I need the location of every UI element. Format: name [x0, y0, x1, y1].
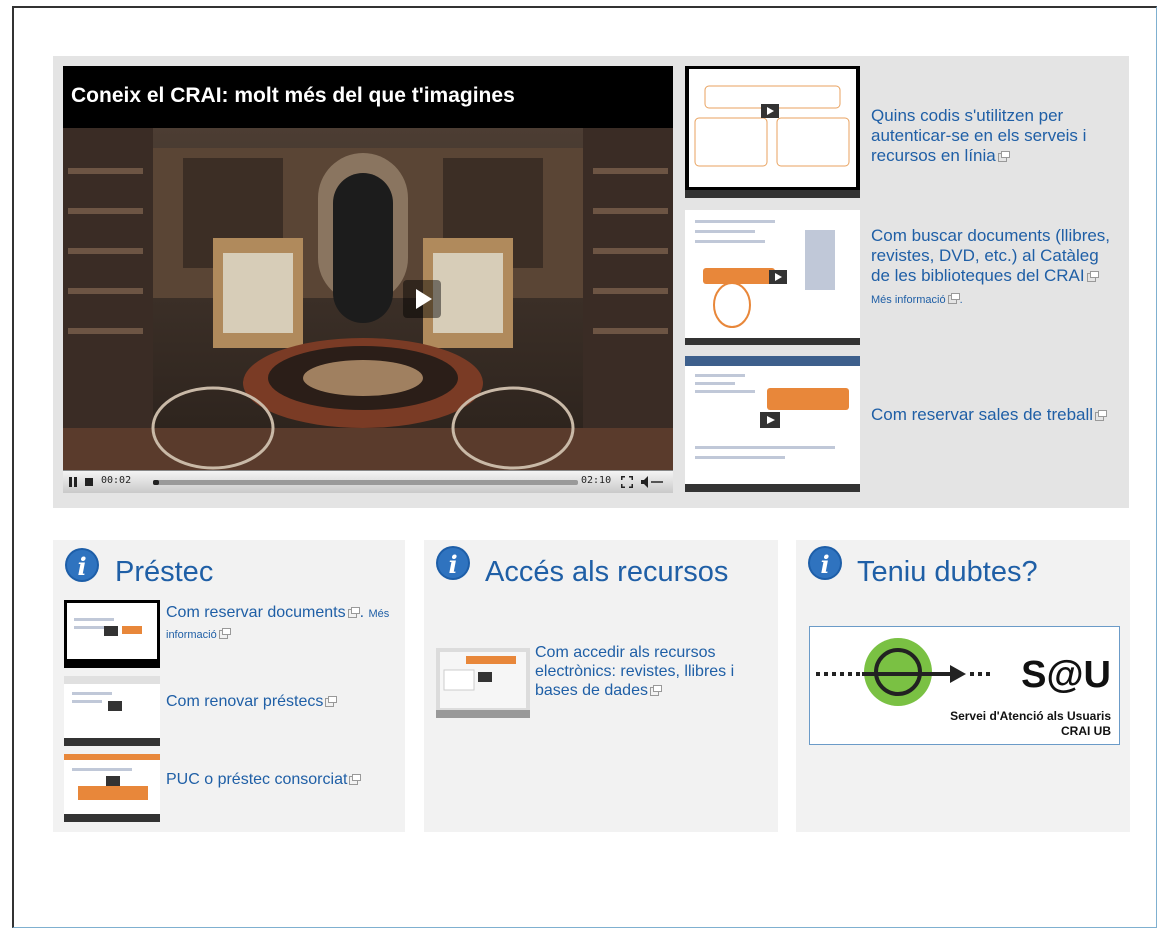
external-link-icon [997, 151, 1010, 162]
pause-icon[interactable] [68, 477, 78, 487]
info-icon: i [808, 546, 842, 580]
external-link-icon [325, 696, 338, 707]
external-link-icon [347, 607, 360, 618]
thumbnail-catalog-image [685, 210, 860, 345]
external-link-icon [218, 628, 231, 639]
video-thumbnail-rooms[interactable] [685, 356, 860, 492]
link-catalog-label: Com buscar documents (llibres, revistes,… [871, 226, 1111, 285]
sau-logo-subtitle: Servei d'Atenció als Usuaris [950, 709, 1111, 723]
panel-title-dubtes: Teniu dubtes? [857, 556, 1038, 588]
panel-title-acces: Accés als recursos [485, 556, 729, 588]
svg-text:i: i [77, 552, 86, 581]
link-room-reservation[interactable]: Com reservar sales de treball [871, 405, 1121, 425]
external-link-icon [1095, 410, 1108, 421]
svg-text:i: i [448, 550, 457, 579]
play-icon[interactable] [403, 280, 441, 318]
external-link-icon [1086, 271, 1099, 282]
link-authentication-codes[interactable]: Quins codis s'utilitzen per autenticar-s… [871, 106, 1121, 166]
volume-icon[interactable] [641, 476, 665, 488]
thumbnail-reserve-documents[interactable] [64, 600, 160, 668]
link-electronic-resources[interactable]: Com accedir als recursos electrònics: re… [535, 643, 765, 700]
sau-logo: S@U Servei d'Atenció als Usuaris CRAI UB [816, 638, 1111, 738]
link-renew-loans[interactable]: Com renovar préstecs [166, 692, 396, 711]
sau-logo-org: CRAI UB [1061, 724, 1111, 738]
info-icon: i [65, 548, 99, 582]
total-time: 02:10 [581, 475, 612, 486]
thumbnail-renew-loans[interactable] [64, 676, 160, 746]
current-time: 00:02 [101, 475, 132, 486]
seek-bar-fill [153, 480, 160, 485]
video-controls: 00:02 02:10 [63, 470, 673, 493]
link-authentication-label: Quins codis s'utilitzen per autenticar-s… [871, 106, 1087, 165]
seek-bar[interactable] [153, 480, 578, 485]
sau-logo-text: S@U [1021, 654, 1111, 696]
stop-icon[interactable] [84, 477, 94, 487]
thumbnail-puc[interactable] [64, 754, 160, 822]
svg-text:i: i [820, 550, 829, 579]
main-video-player[interactable]: Coneix el CRAI: molt més del que t'imagi… [63, 66, 673, 493]
library-hall-image [63, 128, 673, 470]
fullscreen-icon[interactable] [621, 476, 633, 488]
link-eresources-label: Com accedir als recursos electrònics: re… [535, 644, 735, 699]
video-title: Coneix el CRAI: molt més del que t'imagi… [71, 84, 515, 107]
thumbnail-reserve-image [64, 600, 160, 668]
link-catalog-more-info[interactable]: Més informació [871, 294, 946, 306]
link-reserve-label: Com reservar documents [166, 604, 346, 621]
external-link-icon [349, 774, 362, 785]
thumbnail-electronic-resources[interactable] [436, 648, 530, 718]
link-puc[interactable]: PUC o préstec consorciat [166, 770, 396, 789]
thumbnail-slide-image [685, 66, 860, 198]
thumbnail-renew-image [64, 676, 160, 746]
thumbnail-eresources-image [436, 648, 530, 718]
info-icon: i [436, 546, 470, 580]
link-puc-label: PUC o préstec consorciat [166, 771, 348, 788]
link-rooms-label: Com reservar sales de treball [871, 405, 1094, 424]
link-catalog-search[interactable]: Com buscar documents (llibres, revistes,… [871, 226, 1121, 310]
thumbnail-rooms-image [685, 356, 860, 492]
external-link-icon [649, 685, 662, 696]
video-thumbnail-authentication[interactable] [685, 66, 860, 198]
external-link-icon [947, 293, 960, 304]
link-reserve-documents[interactable]: Com reservar documents. Més informació [166, 603, 396, 645]
video-title-bar: Coneix el CRAI: molt més del que t'imagi… [63, 66, 673, 128]
panel-title-prestec: Préstec [115, 556, 214, 588]
link-renew-label: Com renovar préstecs [166, 693, 324, 710]
thumbnail-puc-image [64, 754, 160, 822]
sau-logo-link[interactable]: S@U Servei d'Atenció als Usuaris CRAI UB [809, 626, 1120, 745]
video-thumbnail-catalog[interactable] [685, 210, 860, 345]
